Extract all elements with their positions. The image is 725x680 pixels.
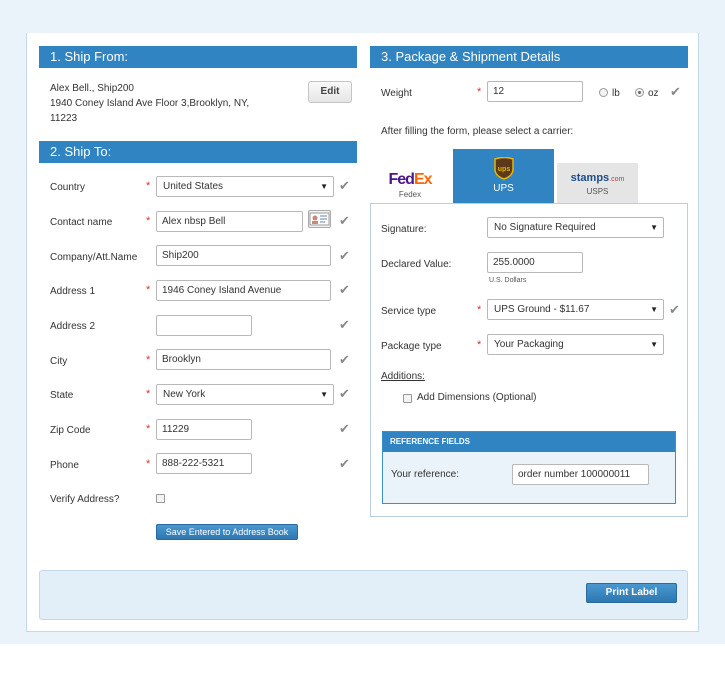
country-label: Country xyxy=(50,182,86,193)
weight-input[interactable] xyxy=(487,81,583,102)
company-input[interactable] xyxy=(156,245,331,266)
reference-fields-box: REFERENCE FIELDS Your reference: xyxy=(382,431,676,504)
weight-label: Weight xyxy=(381,88,412,99)
add-dimensions-label: Add Dimensions (Optional) xyxy=(417,392,537,403)
address-book-icon[interactable] xyxy=(308,210,331,228)
address1-input[interactable] xyxy=(156,280,331,301)
city-input[interactable] xyxy=(156,349,331,370)
address2-label: Address 2 xyxy=(50,321,96,332)
required-marker: * xyxy=(146,180,151,192)
declared-value-input[interactable] xyxy=(487,252,583,273)
required-marker: * xyxy=(146,215,151,227)
edit-ship-from-button[interactable]: Edit xyxy=(308,81,352,103)
add-dimensions-checkbox[interactable] xyxy=(403,394,412,403)
carrier-tab-ups[interactable]: ups UPS xyxy=(453,149,554,203)
ship-to-header: 2. Ship To: xyxy=(39,141,357,163)
carrier-name-ups: UPS xyxy=(493,183,514,194)
unit-oz-radio[interactable] xyxy=(635,88,644,97)
check-icon: ✔ xyxy=(339,213,350,228)
carrier-tab-usps[interactable]: stamps.com USPS xyxy=(557,163,638,203)
verify-address-label: Verify Address? xyxy=(50,494,120,505)
check-icon: ✔ xyxy=(339,178,350,193)
package-type-select-value: Your Packaging xyxy=(494,339,564,350)
address1-label: Address 1 xyxy=(50,286,96,297)
ship-from-address-line1: Alex Bell., Ship200 xyxy=(50,83,134,94)
state-select-value: New York xyxy=(163,389,206,400)
service-type-select[interactable]: UPS Ground - $11.67 ▼ xyxy=(487,299,664,320)
carrier-name-fedex: Fedex xyxy=(398,190,422,199)
required-marker: * xyxy=(477,339,482,351)
contact-name-input[interactable] xyxy=(156,211,303,232)
required-marker: * xyxy=(146,423,151,435)
ups-shield-icon: ups xyxy=(493,156,514,180)
bottom-strip xyxy=(0,644,725,680)
additions-label: Additions: xyxy=(381,371,425,382)
check-icon: ✔ xyxy=(339,352,350,367)
stamps-logo: stamps.com xyxy=(570,172,625,184)
ship-from-address-line3: 11223 xyxy=(50,113,78,124)
check-icon: ✔ xyxy=(339,421,350,436)
check-icon: ✔ xyxy=(670,84,681,99)
required-marker: * xyxy=(146,354,151,366)
save-to-address-book-button[interactable]: Save Entered to Address Book xyxy=(156,524,298,540)
signature-select-value: No Signature Required xyxy=(494,222,596,233)
state-select[interactable]: New York ▼ xyxy=(156,384,334,405)
carrier-name-usps: USPS xyxy=(586,187,609,196)
chevron-down-icon: ▼ xyxy=(650,340,658,349)
service-type-select-value: UPS Ground - $11.67 xyxy=(494,304,590,315)
ship-from-address-line2: 1940 Coney Island Ave Floor 3,Brooklyn, … xyxy=(50,98,250,109)
package-details-header: 3. Package & Shipment Details xyxy=(370,46,688,68)
ship-from-header: 1. Ship From: xyxy=(39,46,357,68)
reference-fields-header: REFERENCE FIELDS xyxy=(383,432,675,452)
chevron-down-icon: ▼ xyxy=(650,305,658,314)
fedex-logo: FedEx xyxy=(388,171,432,188)
unit-oz-label: oz xyxy=(648,88,659,99)
address2-input[interactable] xyxy=(156,315,252,336)
country-select-value: United States xyxy=(163,181,224,192)
check-icon: ✔ xyxy=(669,302,680,317)
zip-code-input[interactable] xyxy=(156,419,252,440)
state-label: State xyxy=(50,390,74,401)
shipping-form-card: 1. Ship From: Alex Bell., Ship200 1940 C… xyxy=(26,33,699,632)
city-label: City xyxy=(50,356,68,367)
package-type-label: Package type xyxy=(381,341,442,352)
footer-bar: Print Label xyxy=(39,570,688,620)
unit-lb-label: lb xyxy=(612,88,620,99)
check-icon: ✔ xyxy=(339,282,350,297)
carrier-tab-fedex[interactable]: FedEx Fedex xyxy=(370,163,450,203)
package-type-select[interactable]: Your Packaging ▼ xyxy=(487,334,664,355)
required-marker: * xyxy=(477,86,482,98)
country-select[interactable]: United States ▼ xyxy=(156,176,334,197)
carrier-prompt: After filling the form, please select a … xyxy=(381,126,574,137)
print-label-button[interactable]: Print Label xyxy=(586,583,677,603)
signature-select[interactable]: No Signature Required ▼ xyxy=(487,217,664,238)
required-marker: * xyxy=(477,304,482,316)
verify-address-checkbox[interactable] xyxy=(156,494,165,503)
your-reference-input[interactable] xyxy=(512,464,649,485)
phone-input[interactable] xyxy=(156,453,252,474)
contact-name-label: Contact name xyxy=(50,217,113,228)
your-reference-label: Your reference: xyxy=(391,469,460,480)
check-icon: ✔ xyxy=(339,386,350,401)
declared-value-label: Declared Value: xyxy=(381,259,452,270)
phone-label: Phone xyxy=(50,460,79,471)
declared-currency-label: U.S. Dollars xyxy=(489,277,527,284)
chevron-down-icon: ▼ xyxy=(320,182,328,191)
company-label: Company/Att.Name xyxy=(50,252,138,263)
chevron-down-icon: ▼ xyxy=(320,390,328,399)
signature-label: Signature: xyxy=(381,224,427,235)
unit-lb-radio[interactable] xyxy=(599,88,608,97)
check-icon: ✔ xyxy=(339,317,350,332)
check-icon: ✔ xyxy=(339,456,350,471)
svg-text:ups: ups xyxy=(497,166,510,173)
required-marker: * xyxy=(146,458,151,470)
check-icon: ✔ xyxy=(339,248,350,263)
required-marker: * xyxy=(146,388,151,400)
chevron-down-icon: ▼ xyxy=(650,223,658,232)
required-marker: * xyxy=(146,284,151,296)
zip-code-label: Zip Code xyxy=(50,425,91,436)
service-type-label: Service type xyxy=(381,306,437,317)
